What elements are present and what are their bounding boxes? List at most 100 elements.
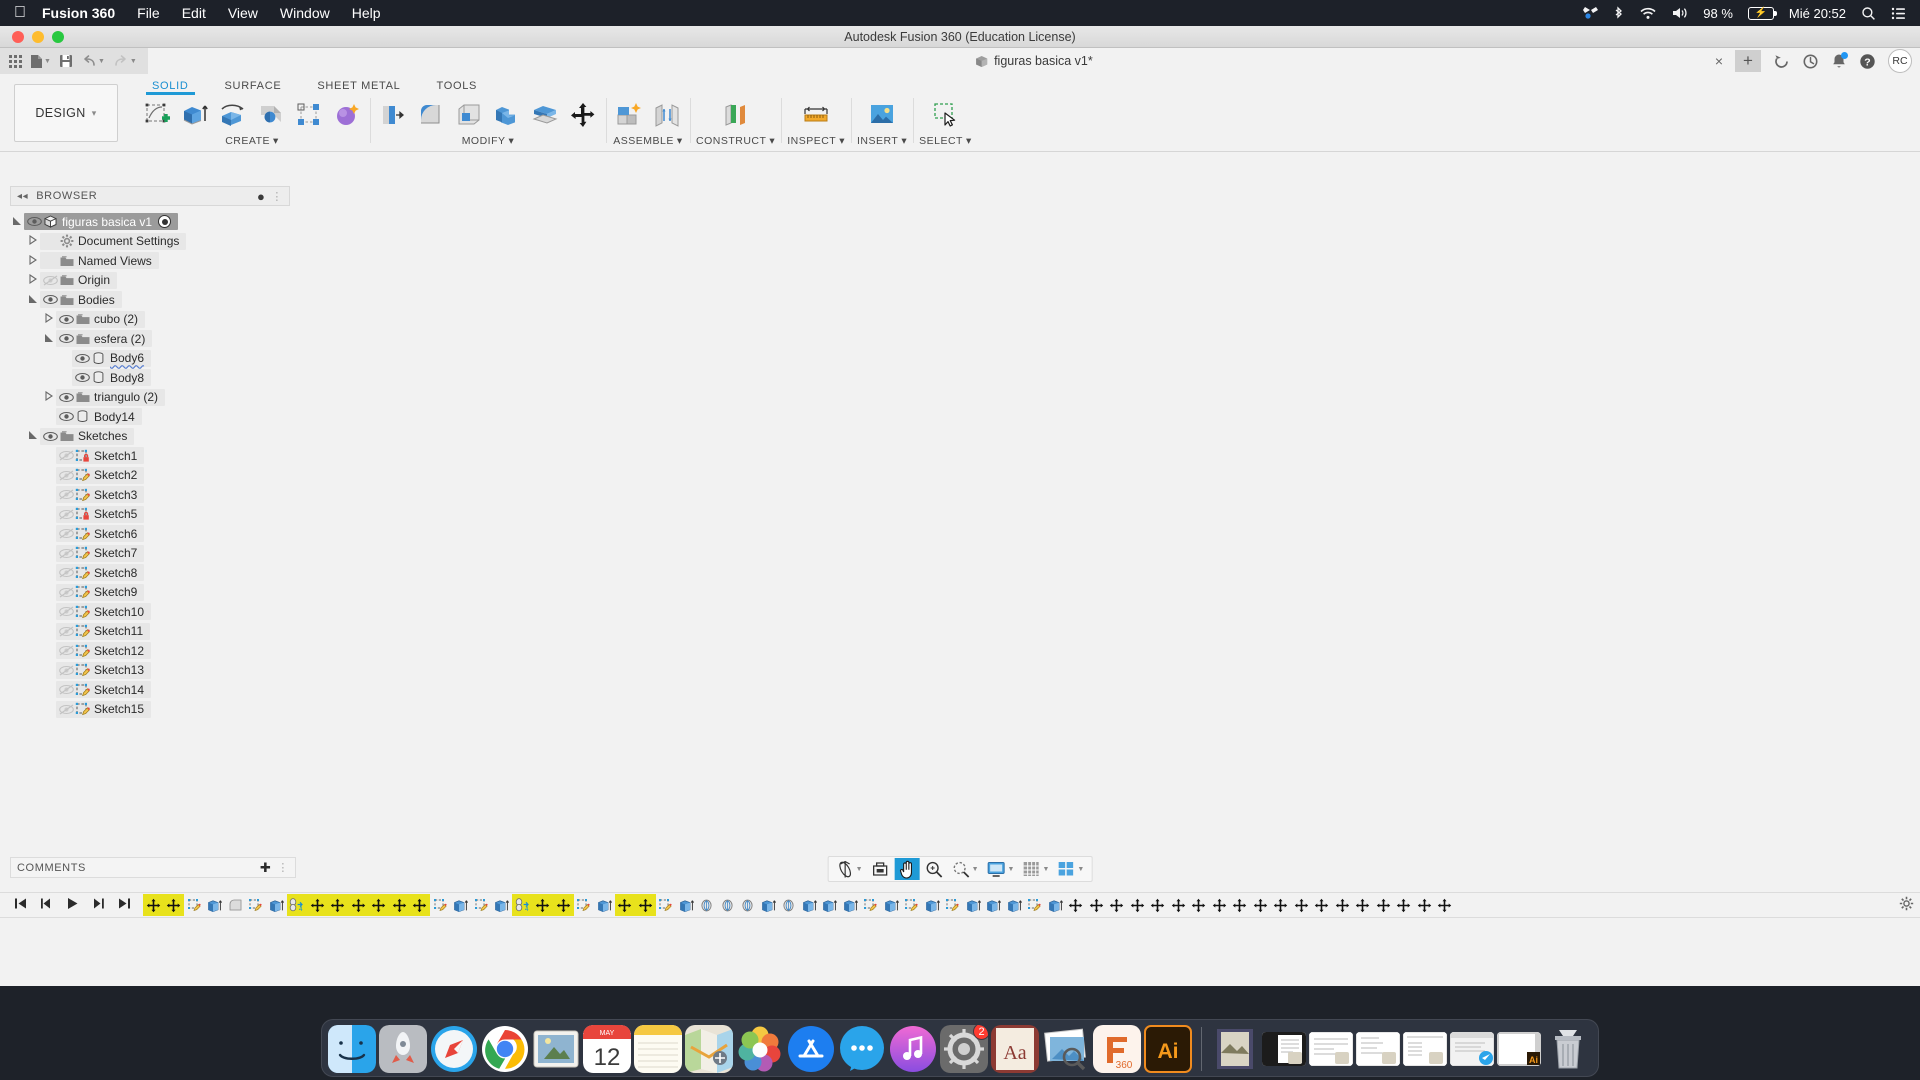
dock-app-system-preferences[interactable]: 2 xyxy=(940,1025,988,1073)
browser-tree-item[interactable]: Sketch1 xyxy=(0,446,300,466)
spotlight-search-icon[interactable] xyxy=(1861,6,1876,21)
tab-solid[interactable]: SOLID xyxy=(134,80,207,95)
browser-tree-item[interactable]: Sketch9 xyxy=(0,583,300,603)
dropbox-status-icon[interactable] xyxy=(1583,6,1599,20)
timeline-feature-move[interactable] xyxy=(389,894,410,916)
browser-tree-item[interactable]: Body6 xyxy=(0,349,300,369)
visibility-off-icon[interactable] xyxy=(58,665,75,676)
dock-app-app-store[interactable] xyxy=(787,1025,835,1073)
user-avatar[interactable]: RC xyxy=(1888,49,1912,73)
pattern-icon[interactable] xyxy=(292,98,326,132)
timeline-feature-sketch[interactable] xyxy=(943,894,964,916)
timeline-feature-move[interactable] xyxy=(532,894,553,916)
measure-icon[interactable] xyxy=(799,98,833,132)
visibility-off-icon[interactable] xyxy=(58,567,75,578)
timeline-feature-sketch[interactable] xyxy=(246,894,267,916)
viewports-icon[interactable]: ▼ xyxy=(1054,858,1087,880)
browser-tree-item[interactable]: Sketch14 xyxy=(0,680,300,700)
menu-file[interactable]: File xyxy=(137,5,160,21)
visibility-on-icon[interactable] xyxy=(42,294,59,305)
timeline-feature-sketch[interactable] xyxy=(656,894,677,916)
document-tab[interactable]: figuras basica v1* xyxy=(975,54,1093,68)
close-tab-button[interactable]: × xyxy=(1715,54,1723,68)
browser-tree-item[interactable]: figuras basica v1 xyxy=(0,212,300,232)
menu-window[interactable]: Window xyxy=(280,5,330,21)
tree-expand-closed-icon[interactable] xyxy=(26,235,40,247)
dock-minimized-document[interactable] xyxy=(1211,1025,1259,1073)
dock-app-notes[interactable] xyxy=(634,1025,682,1073)
comments-panel[interactable]: COMMENTS ✚ ⋮ xyxy=(10,857,296,878)
timeline-feature-revolve[interactable] xyxy=(697,894,718,916)
tab-sheet-metal[interactable]: SHEET METAL xyxy=(299,80,418,94)
revolve-icon[interactable] xyxy=(216,98,250,132)
control-center-icon[interactable] xyxy=(1891,7,1906,20)
minimize-panel-icon[interactable]: ● xyxy=(257,189,265,204)
timeline-feature-move[interactable] xyxy=(1127,894,1148,916)
browser-tree-item[interactable]: Sketch13 xyxy=(0,661,300,681)
help-icon[interactable]: ? xyxy=(1859,53,1876,70)
pan-icon[interactable] xyxy=(894,858,920,880)
timeline-feature-move[interactable] xyxy=(1312,894,1333,916)
offset-plane-icon[interactable] xyxy=(719,98,753,132)
dock-app-mail[interactable] xyxy=(532,1025,580,1073)
timeline-feature-move[interactable] xyxy=(1353,894,1374,916)
comments-resize-handle[interactable]: ⋮ xyxy=(277,861,289,874)
window-select-icon[interactable] xyxy=(928,98,962,132)
timeline-feature-extrude[interactable] xyxy=(594,894,615,916)
menubar-clock[interactable]: Mié 20:52 xyxy=(1789,6,1846,21)
collapse-left-icon[interactable]: ◂◂ xyxy=(17,191,28,202)
app-grid-icon[interactable] xyxy=(6,53,25,70)
browser-tree-item[interactable]: cubo (2) xyxy=(0,310,300,330)
visibility-off-icon[interactable] xyxy=(58,509,75,520)
browser-tree-item[interactable]: Sketches xyxy=(0,427,300,447)
display-settings-icon[interactable]: ▼ xyxy=(984,858,1018,880)
browser-tree-item[interactable]: triangulo (2) xyxy=(0,388,300,408)
new-component-icon[interactable] xyxy=(612,98,646,132)
browser-tree-item[interactable]: Bodies xyxy=(0,290,300,310)
press-pull-icon[interactable] xyxy=(376,98,410,132)
play-icon[interactable] xyxy=(66,897,79,913)
visibility-on-icon[interactable] xyxy=(58,411,75,422)
save-icon[interactable] xyxy=(56,52,76,70)
fit-icon[interactable]: ▼ xyxy=(949,858,982,880)
combine-icon[interactable] xyxy=(490,98,524,132)
timeline-feature-move[interactable] xyxy=(327,894,348,916)
timeline-feature-extrude[interactable] xyxy=(492,894,513,916)
timeline-feature-move[interactable] xyxy=(307,894,328,916)
step-back-icon[interactable] xyxy=(40,897,53,913)
timeline-feature-move[interactable] xyxy=(1373,894,1394,916)
visibility-off-icon[interactable] xyxy=(58,606,75,617)
dock-app-messages[interactable] xyxy=(838,1025,886,1073)
visibility-off-icon[interactable] xyxy=(58,626,75,637)
sweep-icon[interactable] xyxy=(254,98,288,132)
add-comment-icon[interactable]: ✚ xyxy=(260,860,272,876)
browser-tree-item[interactable]: Sketch2 xyxy=(0,466,300,486)
visibility-on-icon[interactable] xyxy=(74,353,91,364)
timeline-feature-move[interactable] xyxy=(368,894,389,916)
timeline-feature-pattern[interactable]: 4 xyxy=(512,894,533,916)
activate-component-radio[interactable] xyxy=(158,215,172,229)
browser-tree-item[interactable]: Document Settings xyxy=(0,232,300,252)
browser-tree-item[interactable]: Sketch10 xyxy=(0,602,300,622)
timeline-feature-move[interactable] xyxy=(1066,894,1087,916)
timeline-feature-extrude[interactable] xyxy=(266,894,287,916)
timeline-feature-pattern[interactable]: 4 xyxy=(286,894,307,916)
dock-minimized-window[interactable] xyxy=(1450,1031,1494,1066)
dock-app-calendar[interactable]: MAY 12 xyxy=(583,1025,631,1073)
skip-start-icon[interactable] xyxy=(14,897,27,913)
timeline-feature-move[interactable] xyxy=(348,894,369,916)
history-icon[interactable] xyxy=(1802,53,1819,70)
timeline-feature-sketch[interactable] xyxy=(1025,894,1046,916)
timeline-feature-revolve[interactable] xyxy=(779,894,800,916)
create-sketch-icon[interactable] xyxy=(140,98,174,132)
timeline-feature-fillet[interactable] xyxy=(225,894,246,916)
skip-end-icon[interactable] xyxy=(118,897,131,913)
timeline-feature-move[interactable] xyxy=(409,894,430,916)
timeline-feature-extrude[interactable] xyxy=(881,894,902,916)
dock-minimized-window[interactable] xyxy=(1309,1031,1353,1066)
timeline-feature-revolve[interactable] xyxy=(717,894,738,916)
timeline-settings-icon[interactable] xyxy=(1891,896,1914,914)
visibility-on-icon[interactable] xyxy=(74,372,91,383)
timeline-feature-move[interactable] xyxy=(635,894,656,916)
visibility-off-icon[interactable] xyxy=(58,528,75,539)
